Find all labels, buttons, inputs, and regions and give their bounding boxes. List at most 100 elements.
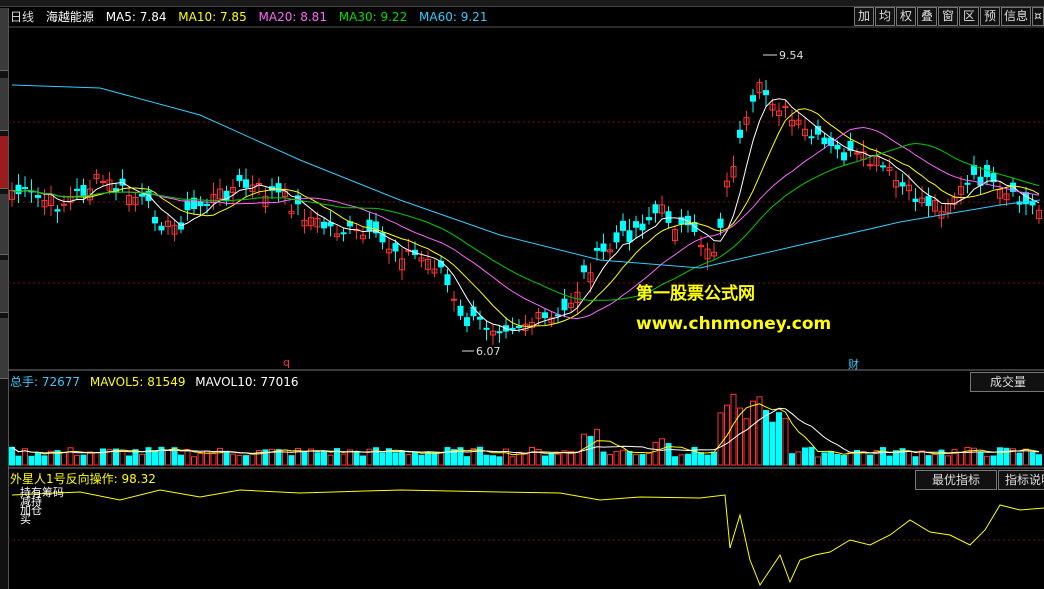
volume-bar xyxy=(340,453,347,466)
volume-bar xyxy=(399,450,405,466)
volume-bar xyxy=(9,446,15,466)
volume-bar xyxy=(529,446,535,466)
volume-bar xyxy=(100,448,106,466)
candle-body xyxy=(451,298,457,301)
volume-bar xyxy=(613,451,620,466)
volume-bar xyxy=(126,455,132,466)
candle-body xyxy=(594,247,600,251)
ma10-label: MA10: 7.85 xyxy=(178,10,247,24)
volume-bar xyxy=(353,451,360,466)
candle-body xyxy=(22,187,28,190)
indicator-legend: 持有筹码 减持 加仓 买 xyxy=(20,487,64,525)
stock-chart-canvas[interactable] xyxy=(0,0,1044,589)
volume-bar xyxy=(626,451,633,466)
candle-body xyxy=(54,209,61,212)
best-indicator-button[interactable]: 最优指标 xyxy=(915,470,997,490)
candle-body xyxy=(561,298,568,311)
rights-button[interactable]: 权 xyxy=(896,7,916,26)
volume-bar xyxy=(191,456,197,466)
candle-body xyxy=(626,230,633,243)
volume-bar xyxy=(633,454,639,466)
candle-body xyxy=(763,90,769,96)
candle-body xyxy=(880,165,886,168)
candle-body xyxy=(444,274,451,286)
candle-body xyxy=(35,195,41,198)
range-button[interactable]: 区 xyxy=(959,7,979,26)
mavol10-line xyxy=(11,407,1040,454)
volume-bar xyxy=(483,454,490,466)
volume-bar xyxy=(35,452,41,466)
candle-body xyxy=(1029,201,1036,206)
volume-bar xyxy=(197,453,204,466)
candle-body xyxy=(496,331,503,334)
volume-bar xyxy=(906,450,912,466)
volume-bar xyxy=(659,438,665,466)
info-button[interactable]: 信息 xyxy=(1001,7,1031,26)
candle-body xyxy=(808,136,815,139)
total-volume-label: 总手: 72677 xyxy=(10,375,81,389)
volume-bar xyxy=(860,451,867,466)
volume-bar xyxy=(847,451,854,466)
overlay-button[interactable]: 叠 xyxy=(917,7,937,26)
volume-bar xyxy=(490,455,496,466)
volume-bar xyxy=(997,447,1003,466)
candle-body xyxy=(236,175,243,181)
candle-body xyxy=(152,216,158,224)
volume-bar xyxy=(28,455,35,466)
extra-button[interactable]: ¤ xyxy=(1032,7,1044,26)
volume-bar xyxy=(249,453,256,466)
volume-bar xyxy=(730,393,737,466)
volume-bar xyxy=(756,396,763,466)
candle-body xyxy=(477,316,483,320)
window-button[interactable]: 窗 xyxy=(938,7,958,26)
candle-body xyxy=(509,327,516,330)
watermark-site-name: 第一股票公式网 xyxy=(636,284,755,304)
candle-body xyxy=(100,180,106,183)
candle-body xyxy=(464,317,470,327)
volume-bar xyxy=(178,454,184,466)
volume-bar xyxy=(327,454,334,466)
watermark-url: www.chnmoney.com xyxy=(636,314,832,334)
candle-body xyxy=(600,243,607,252)
candle-body xyxy=(340,232,347,235)
volume-bar xyxy=(574,451,581,466)
volume-bar xyxy=(802,447,808,466)
finance-marker[interactable]: 财 xyxy=(848,356,859,372)
volume-bar xyxy=(522,453,529,466)
candle-body xyxy=(457,305,464,316)
volume-bar xyxy=(230,453,236,466)
volume-bar xyxy=(672,456,678,466)
volume-bar xyxy=(678,454,685,466)
volume-bar xyxy=(704,454,711,466)
candle-body xyxy=(542,312,548,319)
ma60-label: MA60: 9.21 xyxy=(419,10,488,24)
candle-body xyxy=(646,217,652,221)
volume-bar xyxy=(919,450,925,466)
volume-bar xyxy=(438,451,444,466)
candle-body xyxy=(899,182,906,187)
indicator-help-button[interactable]: 指标说明 xyxy=(998,470,1044,490)
volume-bar xyxy=(360,455,366,466)
volume-bar xyxy=(464,456,470,466)
forecast-button[interactable]: 预 xyxy=(980,7,1000,26)
candle-body xyxy=(821,137,828,145)
volume-bar xyxy=(639,454,646,466)
volume-bar xyxy=(425,451,431,466)
volume-bar xyxy=(61,452,67,466)
volume-bar xyxy=(184,448,191,466)
volume-bar xyxy=(750,400,756,466)
volume-bar xyxy=(828,451,834,466)
indicator-line xyxy=(11,489,1044,587)
mavol5-label: MAVOL5: 81549 xyxy=(89,375,186,389)
candle-body xyxy=(717,218,724,228)
volume-indicator-button[interactable]: 成交量 xyxy=(970,372,1044,392)
volume-bar xyxy=(795,451,802,466)
volume-bar xyxy=(646,452,652,466)
event-marker-q[interactable]: q xyxy=(283,356,290,369)
ma30-label: MA30: 9.22 xyxy=(338,10,408,24)
average-button[interactable]: 均 xyxy=(875,7,895,26)
volume-bar xyxy=(867,454,873,466)
volume-bar xyxy=(223,450,230,466)
volume-bar xyxy=(165,449,171,466)
add-button[interactable]: 加 xyxy=(854,7,874,26)
